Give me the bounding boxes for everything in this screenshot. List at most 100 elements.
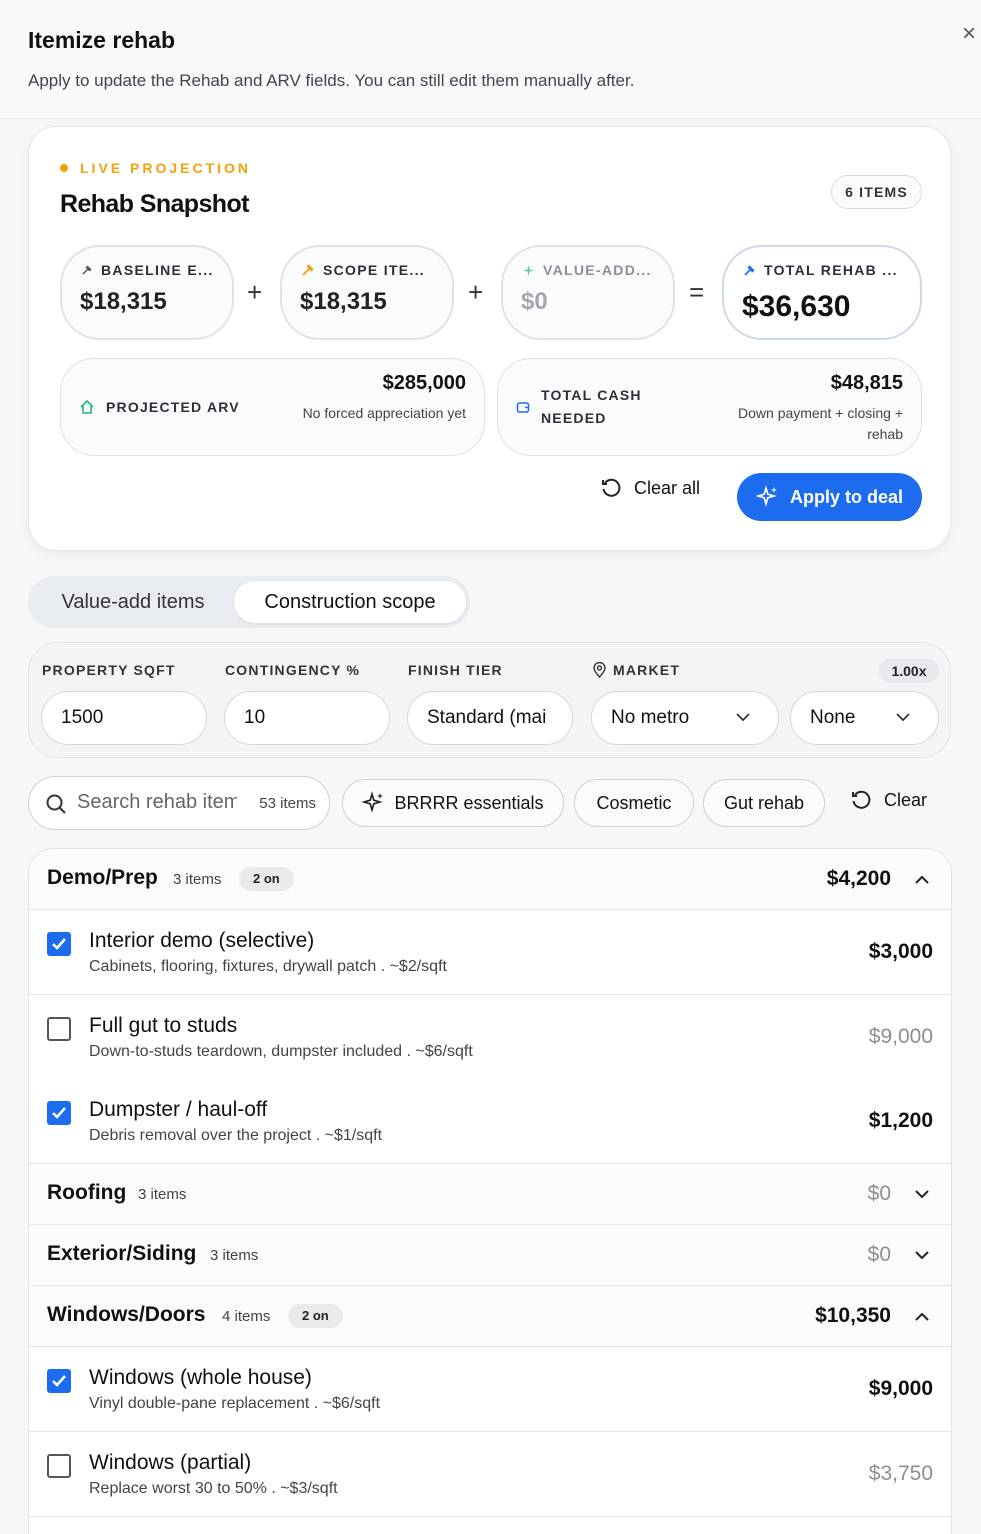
sparkle-icon bbox=[523, 264, 534, 276]
wallet-icon bbox=[516, 402, 530, 413]
chip-cosmetic[interactable]: Cosmetic bbox=[574, 779, 694, 827]
total-cash-note-line2: rehab bbox=[867, 426, 903, 442]
sparkle-icon bbox=[362, 791, 384, 813]
item-checkbox[interactable] bbox=[47, 932, 71, 956]
dialog-header: Itemize rehab Apply to update the Rehab … bbox=[0, 0, 981, 119]
rehab-item-row: Full gut to studs Down-to-studs teardown… bbox=[29, 995, 951, 1080]
item-price: $3,000 bbox=[868, 940, 933, 963]
category-count: 3 items bbox=[210, 1247, 259, 1264]
market-value: No metro bbox=[611, 707, 690, 728]
finish-tier-value: Standard (mai bbox=[427, 707, 547, 728]
value-add-label: VALUE-ADD... bbox=[543, 262, 652, 278]
chip-label: BRRRR essentials bbox=[394, 792, 544, 813]
search-item-count: 53 items bbox=[259, 795, 316, 812]
scope-tabs: Value-add items Construction scope bbox=[28, 576, 470, 628]
parameters-panel: PROPERTY SQFT 1500 CONTINGENCY % 10 FINI… bbox=[28, 642, 951, 758]
item-checkbox[interactable] bbox=[47, 1017, 71, 1041]
value-add-pill: VALUE-ADD... $0 bbox=[501, 245, 675, 340]
rehab-item-row: Interior demo (selective) Cabinets, floo… bbox=[29, 910, 951, 995]
item-checkbox[interactable] bbox=[47, 1369, 71, 1393]
clear-all-label: Clear all bbox=[634, 477, 701, 498]
chevron-up-icon bbox=[915, 1312, 929, 1321]
map-pin-icon bbox=[593, 662, 606, 678]
market-multiplier-badge: 1.00x bbox=[879, 659, 939, 683]
chip-gut-rehab[interactable]: Gut rehab bbox=[703, 779, 825, 827]
category-name: Demo/Prep bbox=[47, 866, 158, 889]
total-cash-label-line2: NEEDED bbox=[541, 410, 607, 426]
total-rehab-value: $36,630 bbox=[742, 290, 851, 323]
projected-arv-amount: $285,000 bbox=[382, 372, 466, 394]
baseline-estimate-pill: BASELINE E... $18,315 bbox=[60, 245, 234, 340]
category-on-badge: 2 on bbox=[288, 1304, 343, 1328]
category-count: 4 items bbox=[222, 1308, 271, 1325]
reset-icon bbox=[602, 478, 621, 497]
plus-operator: + bbox=[468, 277, 484, 307]
reset-icon bbox=[852, 790, 871, 809]
chip-label: Gut rehab bbox=[723, 792, 805, 813]
home-icon bbox=[80, 399, 94, 414]
category-windows-doors[interactable]: Windows/Doors 4 items 2 on $10,350 bbox=[29, 1286, 951, 1347]
total-cash-amount: $48,815 bbox=[830, 372, 903, 394]
category-demo-prep[interactable]: Demo/Prep 3 items 2 on $4,200 bbox=[29, 849, 951, 910]
item-name: Interior demo (selective) bbox=[89, 929, 315, 952]
item-price: $3,750 bbox=[868, 1462, 933, 1485]
baseline-value: $18,315 bbox=[80, 288, 167, 315]
apply-to-deal-button[interactable]: Apply to deal bbox=[737, 473, 922, 521]
search-rehab-input[interactable]: Search rehab items 53 items bbox=[28, 776, 330, 830]
market-submarket-value: None bbox=[810, 707, 856, 728]
rehab-item-row: Dumpster / haul-off Debris removal over … bbox=[29, 1079, 951, 1164]
snapshot-title: Rehab Snapshot bbox=[60, 190, 249, 218]
contingency-label: CONTINGENCY % bbox=[225, 662, 361, 678]
tab-construction-scope[interactable]: Construction scope bbox=[234, 581, 466, 623]
finish-tier-select[interactable]: Standard (mai bbox=[407, 691, 573, 745]
rehab-item-row: Windows (whole house) Vinyl double-pane … bbox=[29, 1347, 951, 1432]
tab-value-add-items[interactable]: Value-add items bbox=[34, 581, 232, 623]
category-roofing[interactable]: Roofing 3 items $0 bbox=[29, 1164, 951, 1225]
contingency-input[interactable]: 10 bbox=[224, 691, 390, 745]
live-dot-icon bbox=[60, 164, 68, 172]
live-projection-label: LIVE PROJECTION bbox=[60, 160, 251, 176]
category-exterior-siding[interactable]: Exterior/Siding 3 items $0 bbox=[29, 1225, 951, 1286]
chevron-down-icon bbox=[896, 713, 910, 722]
total-cash-note-line1: Down payment + closing + bbox=[738, 405, 903, 421]
item-description: Vinyl double-pane replacement . ~$6/sqft bbox=[89, 1395, 381, 1412]
category-total: $0 bbox=[867, 1243, 891, 1266]
dialog-subtitle: Apply to update the Rehab and ARV fields… bbox=[28, 71, 635, 90]
category-name: Exterior/Siding bbox=[47, 1242, 197, 1265]
chevron-down-icon bbox=[736, 713, 750, 722]
finish-tier-label: FINISH TIER bbox=[408, 662, 503, 678]
checkmark-icon bbox=[52, 1375, 66, 1387]
hammer-icon bbox=[82, 265, 92, 275]
item-checkbox[interactable] bbox=[47, 1101, 71, 1125]
rehab-snapshot-card: LIVE PROJECTION Rehab Snapshot 6 ITEMS B… bbox=[28, 126, 951, 551]
category-count: 3 items bbox=[173, 871, 222, 888]
category-count: 3 items bbox=[138, 1186, 187, 1203]
clear-all-button[interactable]: Clear all bbox=[600, 473, 700, 503]
category-name: Windows/Doors bbox=[47, 1303, 206, 1326]
sqft-input[interactable]: 1500 bbox=[41, 691, 207, 745]
item-name: Windows (whole house) bbox=[89, 1366, 312, 1389]
items-count-badge: 6 ITEMS bbox=[831, 175, 922, 209]
projected-arv-card: PROJECTED ARV $285,000 No forced appreci… bbox=[60, 358, 485, 456]
item-checkbox[interactable] bbox=[47, 1454, 71, 1478]
category-total: $0 bbox=[867, 1182, 891, 1205]
item-name: Full gut to studs bbox=[89, 1014, 238, 1037]
hammer-icon bbox=[744, 264, 755, 276]
item-description: Down-to-studs teardown, dumpster include… bbox=[89, 1043, 473, 1060]
total-cash-card: TOTAL CASH NEEDED $48,815 Down payment +… bbox=[497, 358, 922, 456]
scope-value: $18,315 bbox=[300, 288, 387, 315]
market-submarket-select[interactable]: None bbox=[790, 691, 939, 745]
market-select[interactable]: No metro bbox=[591, 691, 779, 745]
close-icon[interactable]: × bbox=[957, 22, 981, 46]
category-name: Roofing bbox=[47, 1181, 127, 1204]
sparkle-icon bbox=[755, 485, 777, 507]
dialog-title: Itemize rehab bbox=[28, 27, 175, 53]
item-price: $9,000 bbox=[868, 1025, 933, 1048]
scope-items-pill: SCOPE ITE... $18,315 bbox=[280, 245, 454, 340]
baseline-label: BASELINE E... bbox=[101, 262, 214, 278]
item-description: Cabinets, flooring, fixtures, drywall pa… bbox=[89, 958, 447, 975]
chip-brrrr-essentials[interactable]: BRRRR essentials bbox=[342, 779, 564, 827]
item-price: $9,000 bbox=[868, 1377, 933, 1400]
clear-filters-button[interactable]: Clear bbox=[850, 789, 927, 811]
chevron-up-icon bbox=[915, 875, 929, 884]
